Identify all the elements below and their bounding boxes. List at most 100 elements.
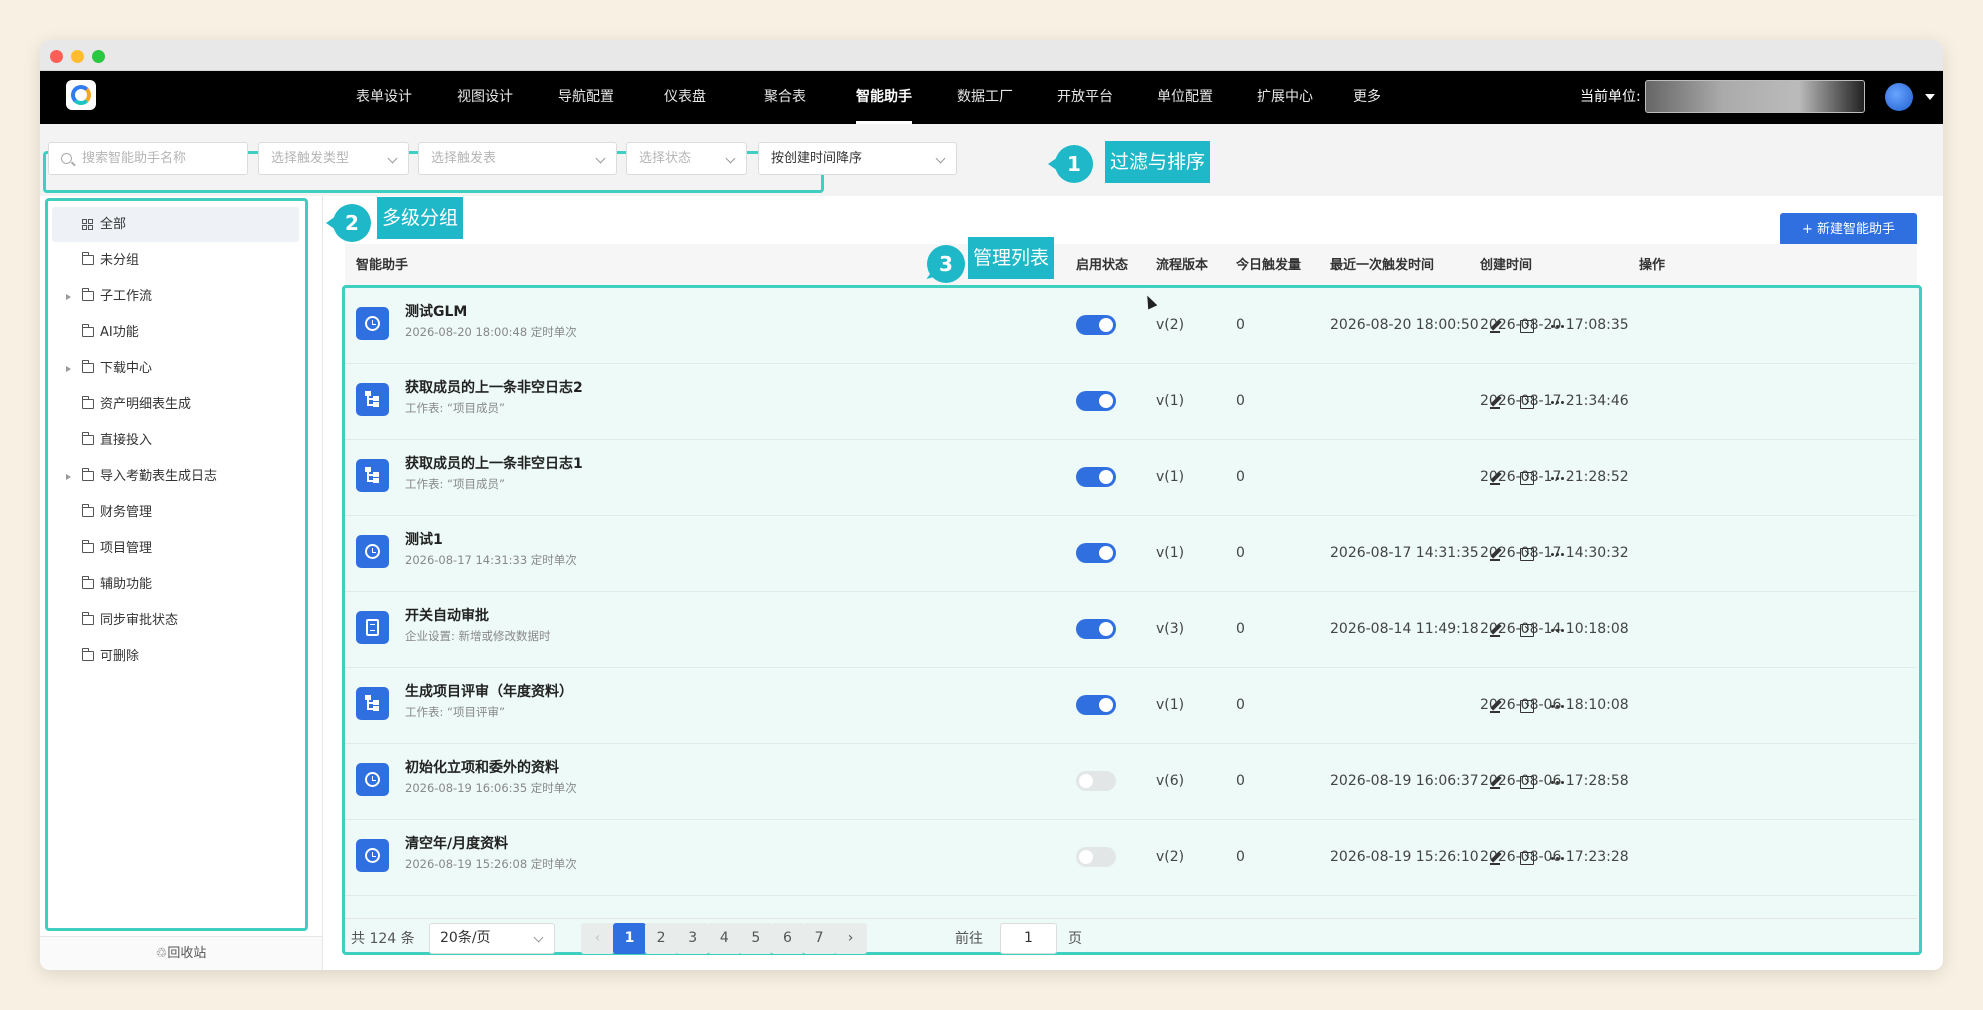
enable-toggle[interactable] xyxy=(1076,847,1116,867)
minimize-window-button[interactable] xyxy=(71,50,84,63)
page-button-7[interactable]: 7 xyxy=(802,923,836,954)
user-menu-caret-icon[interactable] xyxy=(1925,94,1935,100)
maximize-window-button[interactable] xyxy=(92,50,105,63)
sidebar-item-6[interactable]: 直接投入 xyxy=(52,423,299,458)
edit-icon[interactable] xyxy=(1488,850,1504,866)
log-icon[interactable] xyxy=(1519,394,1535,410)
table-row[interactable]: 初始化立项和委外的资料 2026-08-19 16:06:35 定时单次 v(6) 0… xyxy=(345,744,1917,820)
expand-arrow-icon[interactable] xyxy=(66,366,71,372)
nav-item-6[interactable]: 数据工厂 xyxy=(957,71,1013,124)
sidebar-item-11[interactable]: 同步审批状态 xyxy=(52,603,299,638)
enable-toggle[interactable] xyxy=(1076,695,1116,715)
trigger-table-select[interactable]: 选择触发表 xyxy=(418,142,617,175)
page-button-3[interactable]: 3 xyxy=(676,923,710,954)
sidebar-item-10[interactable]: 辅助功能 xyxy=(52,567,299,602)
log-icon[interactable] xyxy=(1519,774,1535,790)
prev-page-button[interactable]: ‹ xyxy=(581,923,614,954)
nav-item-8[interactable]: 单位配置 xyxy=(1157,71,1213,124)
more-icon[interactable] xyxy=(1550,394,1566,410)
enable-toggle[interactable] xyxy=(1076,467,1116,487)
table-row[interactable]: 清空年/月度资料 2026-08-19 15:26:08 定时单次 v(2) 0 202… xyxy=(345,820,1917,896)
enable-toggle[interactable] xyxy=(1076,391,1116,411)
log-icon[interactable] xyxy=(1519,546,1535,562)
trigger-type-select[interactable]: 选择触发类型 xyxy=(258,142,409,175)
edit-icon[interactable] xyxy=(1488,698,1504,714)
table-row[interactable]: 获取成员的上一条非空日志1 工作表: “项目成员” v(1) 0 2026-08-17 … xyxy=(345,440,1917,516)
assistant-name[interactable]: 测试1 xyxy=(405,529,443,549)
page-button-1[interactable]: 1 xyxy=(613,923,646,954)
more-icon[interactable] xyxy=(1550,698,1566,714)
assistant-name[interactable]: 测试GLM xyxy=(405,301,467,321)
edit-icon[interactable] xyxy=(1488,546,1504,562)
sidebar-item-1[interactable]: 未分组 xyxy=(52,243,299,278)
more-icon[interactable] xyxy=(1550,622,1566,638)
sort-select[interactable]: 按创建时间降序 xyxy=(758,142,957,175)
new-assistant-button[interactable]: + 新建智能助手 xyxy=(1780,213,1917,246)
sidebar-item-2[interactable]: 子工作流 xyxy=(52,279,299,314)
page-button-5[interactable]: 5 xyxy=(739,923,773,954)
edit-icon[interactable] xyxy=(1488,622,1504,638)
log-icon[interactable] xyxy=(1519,698,1535,714)
assistant-name[interactable]: 清空年/月度资料 xyxy=(405,833,508,853)
assistant-name[interactable]: 获取成员的上一条非空日志2 xyxy=(405,377,583,397)
sidebar-item-9[interactable]: 项目管理 xyxy=(52,531,299,566)
expand-arrow-icon[interactable] xyxy=(66,294,71,300)
page-button-4[interactable]: 4 xyxy=(707,923,741,954)
table-row[interactable]: 获取成员的上一条非空日志2 工作表: “项目成员” v(1) 0 2026-08-17 … xyxy=(345,364,1917,440)
edit-icon[interactable] xyxy=(1488,394,1504,410)
nav-item-4[interactable]: 聚合表 xyxy=(764,71,806,124)
assistant-name[interactable]: 开关自动审批 xyxy=(405,605,489,625)
nav-item-5[interactable]: 智能助手 xyxy=(856,71,912,124)
table-row[interactable]: 开关自动审批 企业设置: 新增或修改数据时 v(3) 0 2026-08-14 11:4… xyxy=(345,592,1917,668)
sidebar-item-3[interactable]: AI功能 xyxy=(52,315,299,350)
goto-page-input[interactable]: 1 xyxy=(1000,923,1057,954)
page-button-2[interactable]: 2 xyxy=(644,923,678,954)
current-unit-select[interactable] xyxy=(1645,80,1865,113)
edit-icon[interactable] xyxy=(1488,774,1504,790)
user-avatar[interactable] xyxy=(1885,83,1913,111)
more-icon[interactable] xyxy=(1550,470,1566,486)
more-icon[interactable] xyxy=(1550,546,1566,562)
assistant-name[interactable]: 生成项目评审（年度资料） xyxy=(405,681,573,701)
sidebar-item-4[interactable]: 下载中心 xyxy=(52,351,299,386)
close-window-button[interactable] xyxy=(50,50,63,63)
table-row[interactable]: 测试GLM 2026-08-20 18:00:48 定时单次 v(2) 0 2026-0… xyxy=(345,288,1917,364)
more-icon[interactable] xyxy=(1550,318,1566,334)
nav-item-1[interactable]: 视图设计 xyxy=(457,71,513,124)
log-icon[interactable] xyxy=(1519,470,1535,486)
table-row[interactable]: 测试1 2026-08-17 14:31:33 定时单次 v(1) 0 2026-08-… xyxy=(345,516,1917,592)
nav-item-7[interactable]: 开放平台 xyxy=(1057,71,1113,124)
edit-icon[interactable] xyxy=(1488,470,1504,486)
nav-item-0[interactable]: 表单设计 xyxy=(356,71,412,124)
page-size-select[interactable]: 20条/页 xyxy=(429,923,555,954)
recycle-bin-button[interactable]: ♲回收站 xyxy=(40,936,322,970)
edit-icon[interactable] xyxy=(1488,318,1504,334)
sidebar-item-8[interactable]: 财务管理 xyxy=(52,495,299,530)
status-select[interactable]: 选择状态 xyxy=(626,142,747,175)
sidebar-item-0[interactable]: 全部 xyxy=(52,207,299,242)
page-button-6[interactable]: 6 xyxy=(771,923,804,954)
assistant-name[interactable]: 初始化立项和委外的资料 xyxy=(405,757,559,777)
expand-arrow-icon[interactable] xyxy=(66,474,71,480)
nav-item-3[interactable]: 仪表盘 xyxy=(664,71,706,124)
table-row[interactable]: 生成项目评审（年度资料） 工作表: “项目评审” v(1) 0 2026-08-06 1… xyxy=(345,668,1917,744)
next-page-button[interactable]: › xyxy=(834,923,867,954)
log-icon[interactable] xyxy=(1519,318,1535,334)
app-logo[interactable] xyxy=(66,80,96,110)
enable-toggle[interactable] xyxy=(1076,315,1116,335)
enable-toggle[interactable] xyxy=(1076,771,1116,791)
nav-item-2[interactable]: 导航配置 xyxy=(558,71,614,124)
sidebar-item-12[interactable]: 可删除 xyxy=(52,639,299,674)
nav-item-9[interactable]: 扩展中心 xyxy=(1257,71,1313,124)
more-icon[interactable] xyxy=(1550,850,1566,866)
log-icon[interactable] xyxy=(1519,850,1535,866)
search-input[interactable]: 搜索智能助手名称 xyxy=(48,142,248,175)
nav-item-10[interactable]: 更多 xyxy=(1353,71,1381,124)
assistant-name[interactable]: 获取成员的上一条非空日志1 xyxy=(405,453,583,473)
more-icon[interactable] xyxy=(1550,774,1566,790)
enable-toggle[interactable] xyxy=(1076,619,1116,639)
enable-toggle[interactable] xyxy=(1076,543,1116,563)
sidebar-item-7[interactable]: 导入考勤表生成日志 xyxy=(52,459,299,494)
log-icon[interactable] xyxy=(1519,622,1535,638)
sidebar-item-5[interactable]: 资产明细表生成 xyxy=(52,387,299,422)
